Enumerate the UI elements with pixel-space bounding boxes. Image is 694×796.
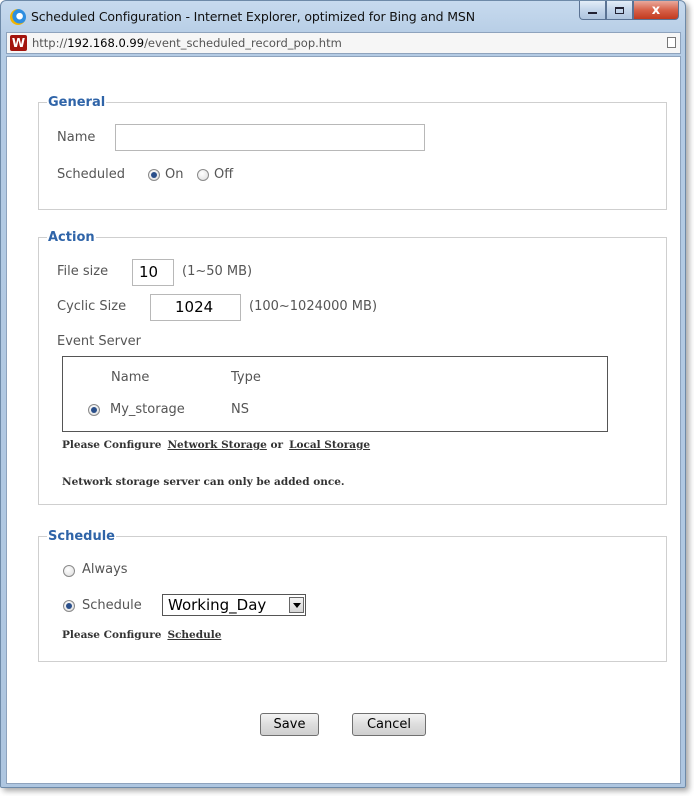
cyclic-size-hint: (100~1024000 MB) — [249, 299, 378, 314]
file-size-label: File size — [57, 264, 109, 279]
network-storage-link[interactable]: Network Storage — [167, 439, 266, 451]
url-path: /event_scheduled_record_pop.htm — [144, 36, 342, 50]
always-label: Always — [82, 562, 128, 577]
general-legend: General — [48, 95, 106, 110]
schedule-link[interactable]: Schedule — [167, 629, 221, 641]
name-label: Name — [57, 130, 96, 145]
url-host: 192.168.0.99 — [67, 36, 145, 50]
server-col-type-header: Type — [231, 370, 261, 385]
window-title: Scheduled Configuration - Internet Explo… — [31, 9, 475, 24]
chevron-down-icon[interactable] — [289, 597, 304, 613]
maximize-icon — [615, 6, 624, 14]
site-favicon-icon: W — [10, 35, 27, 51]
server-col-name-header: Name — [111, 370, 150, 385]
address-bar[interactable]: W http://192.168.0.99/event_scheduled_re… — [6, 32, 681, 54]
close-button[interactable]: x — [633, 1, 679, 20]
schedule-legend: Schedule — [48, 529, 115, 544]
event-server-label: Event Server — [57, 334, 142, 349]
title-bar[interactable]: Scheduled Configuration - Internet Explo… — [1, 1, 685, 33]
scheduled-on-radio[interactable] — [148, 169, 160, 181]
schedule-section: Schedule — [38, 529, 667, 662]
page-icon[interactable] — [667, 37, 676, 48]
browser-window: Scheduled Configuration - Internet Explo… — [0, 0, 686, 788]
minimize-button[interactable] — [579, 1, 606, 20]
or-text: or — [270, 439, 284, 451]
general-section: General — [38, 95, 667, 210]
url-text[interactable]: http://192.168.0.99/event_scheduled_reco… — [32, 36, 342, 50]
schedule-select[interactable]: Working_Day — [162, 594, 306, 616]
window-controls: x — [579, 1, 679, 20]
close-icon: x — [651, 2, 661, 18]
schedule-radio[interactable] — [63, 600, 75, 612]
cyclic-size-input[interactable]: 1024 — [150, 294, 241, 321]
minimize-icon — [588, 12, 597, 14]
storage-configure-prefix: Please Configure — [62, 439, 162, 451]
event-server-table — [62, 356, 608, 432]
file-size-hint: (1~50 MB) — [182, 264, 253, 279]
schedule-label: Schedule — [82, 598, 142, 613]
schedule-configure-prefix: Please Configure — [62, 629, 162, 641]
server-row-radio[interactable] — [88, 404, 100, 416]
local-storage-link[interactable]: Local Storage — [289, 439, 370, 451]
server-row-name: My_storage — [110, 402, 185, 417]
name-input[interactable] — [115, 124, 425, 151]
maximize-button[interactable] — [606, 1, 633, 20]
network-storage-note: Network storage server can only be added… — [62, 476, 345, 488]
scheduled-off-radio[interactable] — [197, 169, 209, 181]
cyclic-size-label: Cyclic Size — [57, 299, 127, 314]
scheduled-label: Scheduled — [57, 167, 125, 182]
file-size-input[interactable]: 10 — [132, 259, 174, 286]
internet-explorer-icon — [10, 9, 26, 25]
schedule-configure-text: Please Configure Schedule — [62, 629, 221, 641]
action-legend: Action — [48, 230, 95, 245]
storage-configure-text: Please Configure Network Storage or Local … — [62, 439, 370, 451]
server-row-type: NS — [231, 402, 249, 417]
page-content: General Name Scheduled On Off Action Fil… — [6, 56, 681, 784]
save-button[interactable]: Save — [260, 713, 319, 736]
url-prefix: http:// — [32, 36, 68, 50]
schedule-select-value: Working_Day — [168, 596, 267, 614]
scheduled-on-label: On — [165, 167, 184, 182]
cancel-button[interactable]: Cancel — [352, 713, 426, 736]
always-radio[interactable] — [63, 565, 75, 577]
scheduled-off-label: Off — [214, 167, 234, 182]
